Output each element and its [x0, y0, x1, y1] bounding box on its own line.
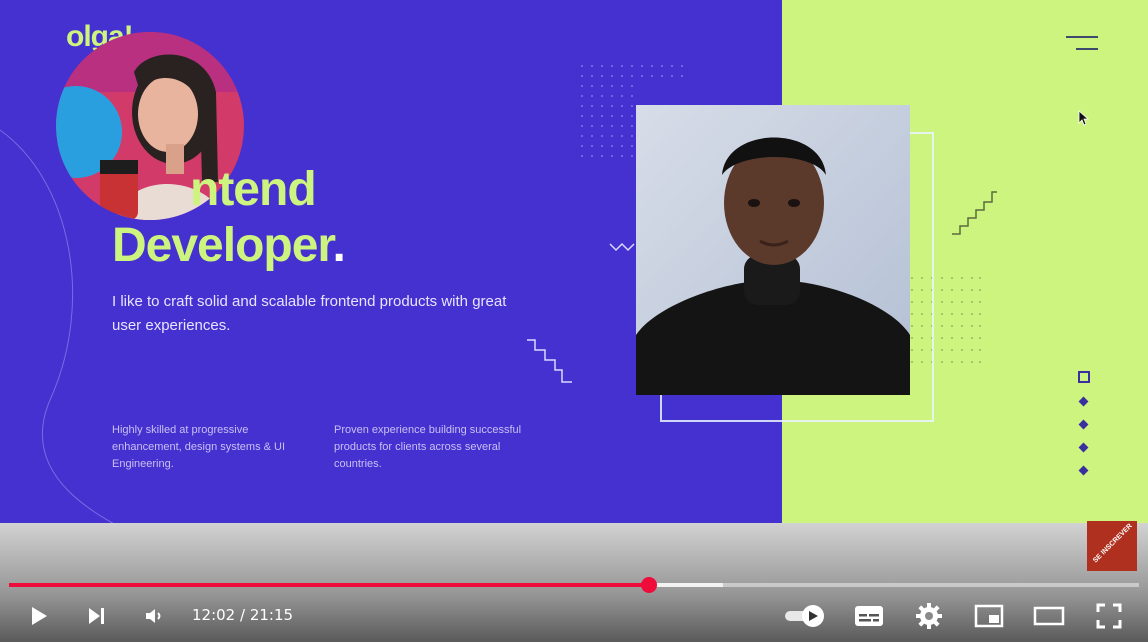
autoplay-toggle-icon	[785, 605, 824, 627]
fullscreen-icon	[1096, 603, 1122, 629]
volume-icon	[146, 609, 161, 623]
headline-dot: .	[332, 219, 345, 272]
volume-button[interactable]	[138, 600, 170, 632]
headline-line2: Developer.	[112, 219, 346, 272]
autoplay-toggle[interactable]	[782, 600, 828, 632]
feature-text-2: Proven experience building successful pr…	[334, 424, 522, 470]
headline-line1: ntend	[190, 163, 317, 216]
subscribe-label: SE INSCREVER	[1092, 522, 1134, 565]
miniplayer-button[interactable]	[972, 600, 1006, 632]
time-display: 12:02 / 21:15	[192, 606, 294, 624]
mouse-cursor-icon	[1078, 110, 1090, 126]
progress-played	[9, 583, 649, 587]
settings-icon	[916, 603, 942, 629]
next-button[interactable]	[80, 600, 112, 632]
slide-navigation-dots	[1078, 371, 1090, 476]
intro-paragraph: I like to craft solid and scalable front…	[112, 293, 507, 334]
miniplayer-icon	[974, 604, 1004, 628]
next-icon	[89, 608, 104, 624]
headline-developer: Developer	[112, 219, 333, 272]
progress-bar[interactable]	[9, 583, 1139, 587]
menu-hamburger-icon	[1066, 36, 1098, 50]
progress-scrubber-handle[interactable]	[640, 577, 657, 593]
feature-text-1: Highly skilled at progressive enhancemen…	[112, 424, 286, 470]
portrait-photo	[636, 105, 910, 395]
settings-button[interactable]	[912, 600, 946, 632]
subscribe-watermark[interactable]: SE INSCREVER	[1087, 521, 1137, 571]
theater-mode-button[interactable]	[1032, 600, 1066, 632]
play-button[interactable]	[22, 600, 54, 632]
fullscreen-button[interactable]	[1092, 600, 1126, 632]
subtitles-icon	[855, 606, 883, 626]
subtitles-button[interactable]	[852, 600, 886, 632]
play-icon	[32, 607, 47, 625]
theater-icon	[1033, 606, 1065, 626]
